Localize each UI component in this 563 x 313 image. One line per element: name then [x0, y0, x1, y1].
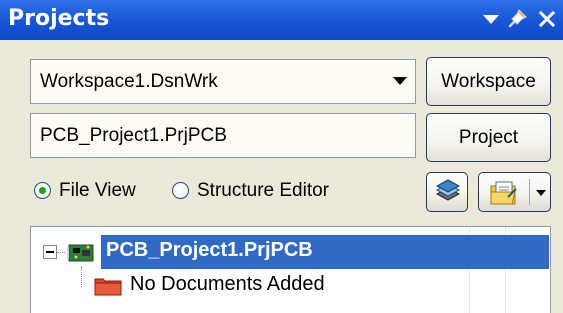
panel-title: Projects: [8, 6, 110, 31]
tree-node-project-label: PCB_Project1.PrjPCB: [106, 239, 313, 261]
open-folder-icon: [490, 181, 517, 205]
chevron-down-icon[interactable]: [536, 190, 546, 196]
panel-titlebar[interactable]: Projects: [0, 0, 563, 40]
radio-selected-dot: [39, 187, 46, 194]
project-button[interactable]: Project: [426, 113, 551, 162]
open-document-button[interactable]: [478, 172, 551, 212]
workspace-select-value: Workspace1.DsnWrk: [40, 71, 218, 92]
layers-button[interactable]: [426, 172, 468, 212]
collapse-toggle-icon[interactable]: [43, 245, 57, 259]
projects-panel: Projects Workspace1.DsnWrk Workspace PCB…: [0, 0, 563, 313]
pin-icon[interactable]: [504, 6, 530, 32]
project-tree[interactable]: PCB_Project1.PrjPCB No Documents Added: [30, 226, 551, 313]
tree-node-no-documents[interactable]: No Documents Added: [94, 269, 494, 302]
close-icon[interactable]: [534, 6, 560, 32]
radio-circle[interactable]: [34, 182, 51, 199]
radio-file-view[interactable]: File View: [34, 177, 154, 209]
workspace-select[interactable]: Workspace1.DsnWrk: [30, 59, 416, 104]
pcb-project-icon: [67, 244, 94, 262]
radio-circle[interactable]: [172, 182, 189, 199]
radio-structure-editor[interactable]: Structure Editor: [172, 177, 352, 209]
project-field[interactable]: PCB_Project1.PrjPCB: [30, 113, 416, 158]
panel-menu-icon[interactable]: [478, 6, 504, 32]
workspace-button[interactable]: Workspace: [426, 57, 551, 106]
project-field-value: PCB_Project1.PrjPCB: [40, 125, 227, 146]
tree-connector: [57, 252, 65, 253]
button-separator: [529, 179, 530, 205]
tree-node-project[interactable]: PCB_Project1.PrjPCB: [101, 235, 549, 269]
tree-node-no-documents-label: No Documents Added: [130, 273, 325, 295]
tree-connector: [81, 267, 82, 287]
radio-file-view-label: File View: [59, 180, 136, 201]
layers-icon: [435, 179, 461, 201]
folder-icon: [94, 278, 122, 296]
radio-structure-editor-label: Structure Editor: [197, 180, 329, 201]
chevron-down-icon[interactable]: [393, 77, 407, 85]
